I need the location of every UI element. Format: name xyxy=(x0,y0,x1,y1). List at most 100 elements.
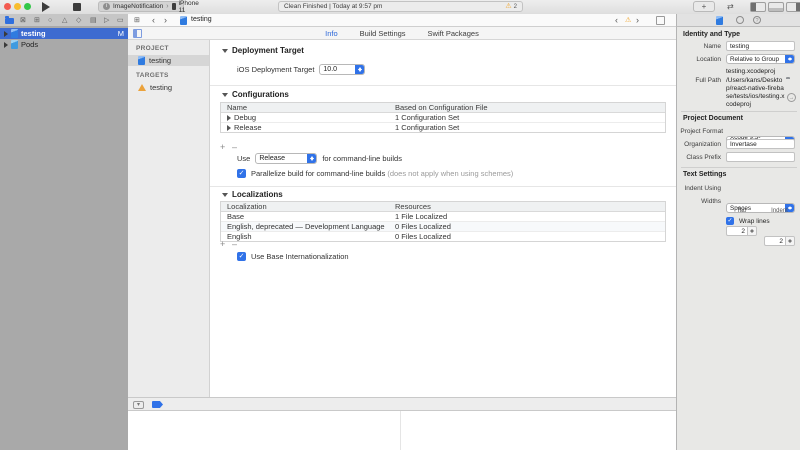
wrap-lines-label: Wrap lines xyxy=(739,218,770,225)
section-localizations[interactable]: Localizations xyxy=(222,190,283,199)
run-button[interactable] xyxy=(42,2,50,12)
organization-field[interactable]: Invertase xyxy=(726,139,795,149)
debug-navigator-icon[interactable]: ▤ xyxy=(90,16,97,25)
base-internationalization-label: Use Base Internationalization xyxy=(251,252,349,261)
activity-status-display[interactable]: Clean Finished | Today at 9:57 pm ⚠ 2 xyxy=(278,1,523,12)
tab-swift-packages[interactable]: Swift Packages xyxy=(428,29,479,38)
section-configurations[interactable]: Configurations xyxy=(222,90,289,99)
console-split-divider[interactable] xyxy=(400,411,401,450)
stepper-icon xyxy=(785,55,794,63)
find-navigator-icon[interactable]: ○ xyxy=(48,16,52,25)
deployment-target-dropdown[interactable]: 10.0 xyxy=(319,64,365,75)
jump-to-path-icon[interactable]: → xyxy=(787,93,796,102)
scheme-separator: › xyxy=(166,3,168,10)
table-row[interactable]: English 0 Files Localized xyxy=(221,232,665,241)
left-panel-icon xyxy=(751,3,756,11)
table-row[interactable]: Base 1 File Localized xyxy=(221,212,665,222)
report-navigator-icon[interactable]: ▭ xyxy=(117,16,124,25)
use-label: Use xyxy=(237,154,250,163)
sidebar-item-target-testing[interactable]: testing xyxy=(128,82,209,93)
remove-configuration-button[interactable]: – xyxy=(232,143,237,151)
back-button[interactable]: ‹ xyxy=(152,15,155,25)
debug-bar: ▾ xyxy=(128,397,676,411)
quick-help-inspector-icon[interactable]: ? xyxy=(753,16,761,24)
command-line-config-dropdown[interactable]: Release xyxy=(255,153,317,164)
remove-localization-button[interactable]: – xyxy=(232,240,237,248)
file-inspector-panel: Identity and Type Name testing Location … xyxy=(676,27,800,450)
stepper-icon xyxy=(307,154,316,163)
navigator-item-testing[interactable]: testing M xyxy=(0,28,128,39)
location-dropdown[interactable]: Relative to Group xyxy=(726,54,795,64)
navigator-item-pods[interactable]: Pods xyxy=(0,39,128,50)
symbol-navigator-icon[interactable]: ⊞ xyxy=(34,16,40,25)
editor-layout-icon[interactable] xyxy=(656,16,665,25)
forward-button[interactable]: › xyxy=(164,15,167,25)
container-name: testing.xcodeproj xyxy=(726,68,775,75)
breakpoints-toggle-icon[interactable] xyxy=(152,401,163,408)
add-configuration-button[interactable]: + xyxy=(220,143,225,151)
disclosure-triangle[interactable] xyxy=(4,31,8,37)
table-row[interactable]: English, deprecated — Development Langua… xyxy=(221,222,665,232)
history-inspector-icon[interactable] xyxy=(736,16,744,24)
table-row[interactable]: Debug 1 Configuration Set xyxy=(221,113,665,123)
stepper-icon xyxy=(355,65,364,74)
organization-label: Organization xyxy=(677,141,721,148)
hide-debug-area-icon[interactable]: ▾ xyxy=(133,401,144,409)
source-control-navigator-icon[interactable]: ⊠ xyxy=(20,16,26,25)
issue-warning-icon[interactable]: ⚠ xyxy=(625,17,631,24)
table-row[interactable]: Release 1 Configuration Set xyxy=(221,123,665,132)
location-label: Location xyxy=(677,56,721,63)
toggle-inspector-button[interactable] xyxy=(786,2,800,12)
test-navigator-icon[interactable]: ◇ xyxy=(76,16,81,25)
toggle-debug-area-button[interactable] xyxy=(768,2,784,12)
tab-width-stepper[interactable]: 2 xyxy=(726,226,757,236)
next-issue-button[interactable]: › xyxy=(636,15,639,25)
navigator-item-label: Pods xyxy=(21,40,38,49)
table-header: Localization Resources xyxy=(221,202,665,212)
disclosure-triangle[interactable] xyxy=(222,93,228,97)
column-localization: Localization xyxy=(221,202,391,211)
previous-issue-button[interactable]: ‹ xyxy=(615,15,618,25)
breadcrumb-file[interactable]: testing xyxy=(191,16,212,23)
breakpoint-navigator-icon[interactable]: ▷ xyxy=(104,16,109,25)
disclosure-triangle[interactable] xyxy=(227,125,231,131)
close-window-button[interactable] xyxy=(4,3,11,10)
class-prefix-field[interactable] xyxy=(726,152,795,162)
related-items-icon[interactable]: ⊞ xyxy=(134,16,140,24)
add-localization-button[interactable]: + xyxy=(220,240,225,248)
tab-build-settings[interactable]: Build Settings xyxy=(360,29,406,38)
file-inspector-icon[interactable] xyxy=(716,16,723,25)
deployment-target-label: iOS Deployment Target xyxy=(237,65,314,74)
sidebar-item-project-testing[interactable]: testing xyxy=(128,55,209,66)
section-deployment-target[interactable]: Deployment Target xyxy=(222,46,304,55)
disclosure-triangle[interactable] xyxy=(222,193,228,197)
sidebar-toggle-icon[interactable] xyxy=(133,29,142,38)
library-add-button[interactable]: + xyxy=(693,1,715,12)
stop-button[interactable] xyxy=(73,3,81,11)
zoom-window-button[interactable] xyxy=(24,3,31,10)
name-field[interactable]: testing xyxy=(726,41,795,51)
full-path-value: /Users/kans/Desktop/react-native-firebas… xyxy=(726,77,786,109)
indent-width-stepper[interactable]: 2 xyxy=(764,236,795,246)
scheme-selector[interactable]: i ImageNotification › iPhone 11 xyxy=(98,1,184,12)
column-resources: Resources xyxy=(391,202,665,211)
column-based-on: Based on Configuration File xyxy=(391,103,665,112)
wrap-lines-checkbox[interactable] xyxy=(726,217,734,225)
wrap-lines-row: Wrap lines xyxy=(726,217,770,225)
minimize-window-button[interactable] xyxy=(14,3,21,10)
base-internationalization-checkbox[interactable] xyxy=(237,252,246,261)
tab-info[interactable]: Info xyxy=(325,29,338,38)
editor-arrows-icon[interactable]: ⇄ xyxy=(727,2,734,11)
configurations-table: Name Based on Configuration File Debug 1… xyxy=(220,102,666,133)
disclosure-triangle[interactable] xyxy=(4,42,8,48)
app-target-icon xyxy=(138,84,146,91)
scheme-target: ImageNotification xyxy=(113,3,163,10)
parallelize-checkbox[interactable] xyxy=(237,169,246,178)
issue-navigator-icon[interactable]: △ xyxy=(62,16,67,25)
disclosure-triangle[interactable] xyxy=(227,115,231,121)
tab-caption: Tab xyxy=(726,208,757,214)
toggle-navigator-button[interactable] xyxy=(750,2,766,12)
titlebar: i ImageNotification › iPhone 11 Clean Fi… xyxy=(0,0,800,15)
disclosure-triangle[interactable] xyxy=(222,49,228,53)
project-navigator-icon[interactable] xyxy=(5,18,14,24)
